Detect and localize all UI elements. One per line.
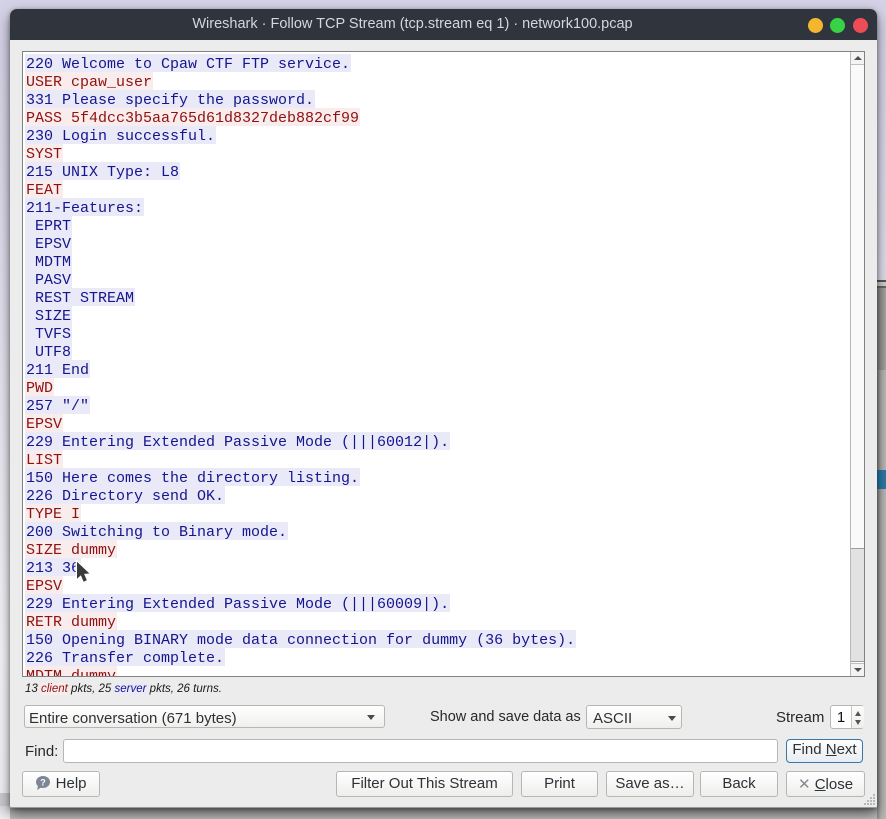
svg-text:?: ? (41, 778, 47, 788)
